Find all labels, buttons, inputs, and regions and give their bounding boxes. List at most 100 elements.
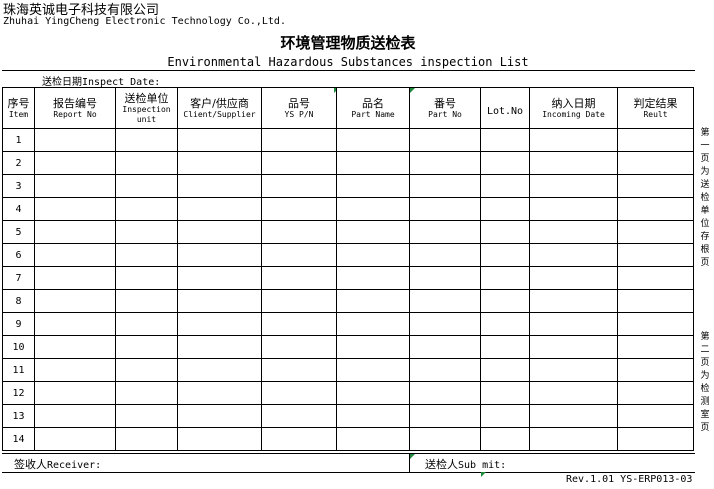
entry-cell[interactable] — [617, 197, 694, 221]
entry-cell[interactable] — [115, 381, 178, 405]
entry-cell[interactable] — [261, 335, 337, 359]
entry-cell[interactable] — [529, 197, 618, 221]
entry-cell[interactable] — [34, 335, 116, 359]
entry-cell[interactable] — [261, 197, 337, 221]
entry-cell[interactable] — [261, 427, 337, 451]
entry-cell[interactable] — [34, 381, 116, 405]
entry-cell[interactable] — [480, 404, 530, 428]
entry-cell[interactable] — [617, 335, 694, 359]
entry-cell[interactable] — [480, 358, 530, 382]
entry-cell[interactable] — [115, 312, 178, 336]
entry-cell[interactable] — [177, 174, 262, 198]
entry-cell[interactable] — [177, 404, 262, 428]
entry-cell[interactable] — [336, 151, 410, 175]
entry-cell[interactable] — [617, 381, 694, 405]
entry-cell[interactable] — [617, 266, 694, 290]
entry-cell[interactable] — [409, 220, 481, 244]
entry-cell[interactable] — [336, 358, 410, 382]
entry-cell[interactable] — [115, 220, 178, 244]
entry-cell[interactable] — [617, 243, 694, 267]
entry-cell[interactable] — [261, 358, 337, 382]
entry-cell[interactable] — [261, 404, 337, 428]
entry-cell[interactable] — [177, 197, 262, 221]
entry-cell[interactable] — [409, 197, 481, 221]
entry-cell[interactable] — [409, 335, 481, 359]
entry-cell[interactable] — [617, 358, 694, 382]
entry-cell[interactable] — [34, 197, 116, 221]
entry-cell[interactable] — [34, 220, 116, 244]
entry-cell[interactable] — [480, 335, 530, 359]
entry-cell[interactable] — [480, 289, 530, 313]
entry-cell[interactable] — [261, 220, 337, 244]
entry-cell[interactable] — [34, 427, 116, 451]
entry-cell[interactable] — [177, 266, 262, 290]
entry-cell[interactable] — [480, 243, 530, 267]
entry-cell[interactable] — [529, 404, 618, 428]
entry-cell[interactable] — [409, 128, 481, 152]
entry-cell[interactable] — [336, 381, 410, 405]
entry-cell[interactable] — [529, 174, 618, 198]
entry-cell[interactable] — [617, 312, 694, 336]
entry-cell[interactable] — [336, 427, 410, 451]
entry-cell[interactable] — [409, 312, 481, 336]
entry-cell[interactable] — [529, 381, 618, 405]
entry-cell[interactable] — [115, 335, 178, 359]
entry-cell[interactable] — [261, 151, 337, 175]
entry-cell[interactable] — [115, 197, 178, 221]
entry-cell[interactable] — [409, 404, 481, 428]
entry-cell[interactable] — [409, 174, 481, 198]
entry-cell[interactable] — [529, 220, 618, 244]
entry-cell[interactable] — [34, 289, 116, 313]
entry-cell[interactable] — [617, 404, 694, 428]
entry-cell[interactable] — [480, 151, 530, 175]
entry-cell[interactable] — [115, 404, 178, 428]
entry-cell[interactable] — [529, 427, 618, 451]
entry-cell[interactable] — [261, 174, 337, 198]
entry-cell[interactable] — [34, 358, 116, 382]
entry-cell[interactable] — [529, 358, 618, 382]
entry-cell[interactable] — [34, 243, 116, 267]
entry-cell[interactable] — [336, 404, 410, 428]
entry-cell[interactable] — [480, 220, 530, 244]
entry-cell[interactable] — [480, 197, 530, 221]
entry-cell[interactable] — [480, 266, 530, 290]
entry-cell[interactable] — [336, 266, 410, 290]
entry-cell[interactable] — [529, 312, 618, 336]
entry-cell[interactable] — [617, 174, 694, 198]
entry-cell[interactable] — [115, 243, 178, 267]
entry-cell[interactable] — [261, 128, 337, 152]
entry-cell[interactable] — [115, 174, 178, 198]
entry-cell[interactable] — [115, 427, 178, 451]
entry-cell[interactable] — [617, 427, 694, 451]
entry-cell[interactable] — [34, 151, 116, 175]
entry-cell[interactable] — [617, 151, 694, 175]
entry-cell[interactable] — [480, 312, 530, 336]
entry-cell[interactable] — [409, 243, 481, 267]
entry-cell[interactable] — [480, 174, 530, 198]
entry-cell[interactable] — [529, 335, 618, 359]
entry-cell[interactable] — [529, 289, 618, 313]
entry-cell[interactable] — [336, 220, 410, 244]
entry-cell[interactable] — [409, 427, 481, 451]
entry-cell[interactable] — [409, 289, 481, 313]
entry-cell[interactable] — [480, 128, 530, 152]
entry-cell[interactable] — [529, 128, 618, 152]
entry-cell[interactable] — [617, 289, 694, 313]
entry-cell[interactable] — [177, 335, 262, 359]
entry-cell[interactable] — [115, 266, 178, 290]
entry-cell[interactable] — [617, 128, 694, 152]
entry-cell[interactable] — [34, 404, 116, 428]
entry-cell[interactable] — [336, 243, 410, 267]
entry-cell[interactable] — [409, 151, 481, 175]
entry-cell[interactable] — [529, 151, 618, 175]
entry-cell[interactable] — [177, 312, 262, 336]
entry-cell[interactable] — [336, 312, 410, 336]
entry-cell[interactable] — [480, 427, 530, 451]
entry-cell[interactable] — [177, 243, 262, 267]
entry-cell[interactable] — [115, 289, 178, 313]
entry-cell[interactable] — [529, 266, 618, 290]
entry-cell[interactable] — [409, 358, 481, 382]
entry-cell[interactable] — [336, 335, 410, 359]
entry-cell[interactable] — [409, 381, 481, 405]
entry-cell[interactable] — [115, 151, 178, 175]
